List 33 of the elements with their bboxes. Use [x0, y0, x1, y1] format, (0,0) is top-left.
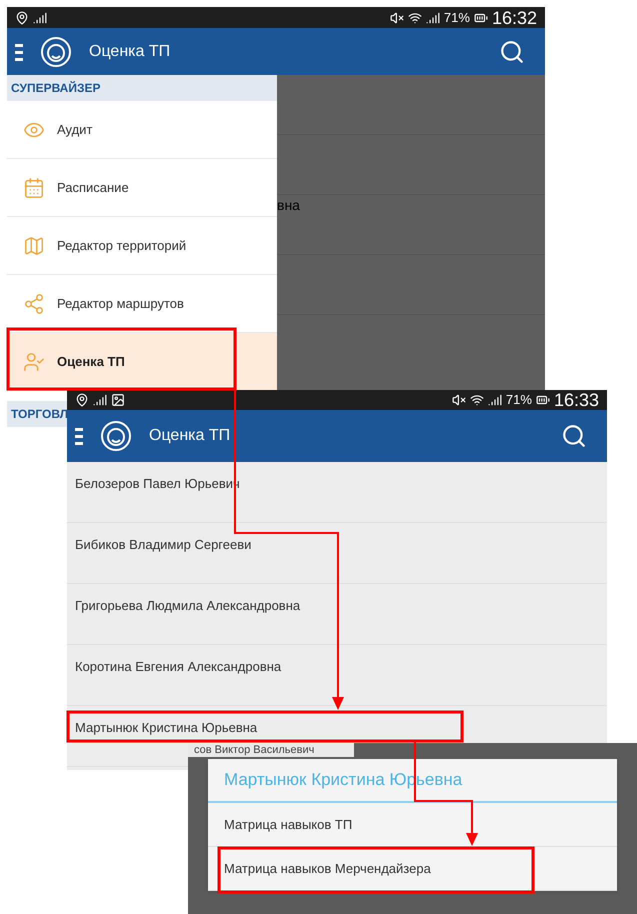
dialog-option[interactable]: Матрица навыков Мерчендайзера	[208, 847, 617, 891]
map-icon	[23, 234, 45, 256]
location-icon	[75, 393, 89, 407]
user-icon	[23, 350, 45, 372]
section-header: СУПЕРВАЙЗЕР	[7, 75, 277, 101]
app-title: Оценка ТП	[149, 426, 232, 446]
employee-row[interactable]: Бибиков Владимир Сергееви	[67, 523, 607, 584]
battery-percent: 71%	[506, 391, 532, 410]
location-icon	[15, 10, 29, 25]
clock: 16:33	[554, 391, 599, 409]
nodes-icon	[23, 292, 45, 314]
employee-row[interactable]: Григорьева Людмила Александровна	[67, 584, 607, 645]
signal-icon	[426, 10, 440, 25]
app-title: Оценка ТП	[89, 42, 172, 62]
calendar-icon	[23, 176, 45, 198]
picture-icon	[111, 393, 125, 407]
drawer-item[interactable]: Оценка ТП	[7, 333, 277, 391]
dimmed-list-text: сов Виктор Васильевич	[188, 743, 354, 757]
wifi-icon	[408, 10, 422, 25]
clock: 16:32	[492, 8, 537, 27]
menu-icon[interactable]	[15, 42, 23, 62]
wifi-icon	[470, 393, 484, 407]
signal-icon	[33, 10, 47, 25]
dimmed-list-text: вна	[277, 196, 300, 215]
search-icon[interactable]	[561, 423, 587, 449]
menu-icon[interactable]	[75, 426, 83, 446]
search-icon[interactable]	[499, 38, 525, 65]
battery-percent: 71%	[444, 8, 470, 27]
battery-icon	[536, 393, 550, 407]
mute-icon	[390, 10, 404, 25]
signal-icon	[93, 393, 107, 407]
signal-icon	[488, 393, 502, 407]
mute-icon	[452, 393, 466, 407]
